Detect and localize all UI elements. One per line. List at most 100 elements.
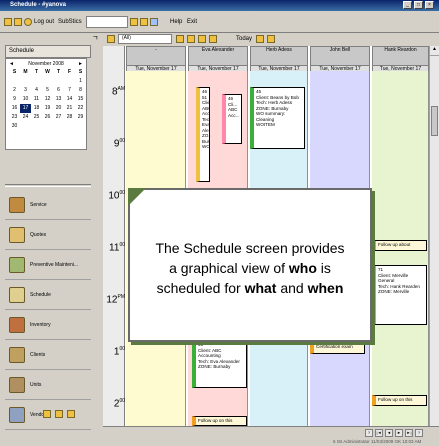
scroll-up-icon[interactable]: ▲ (430, 46, 439, 56)
column-header[interactable]: John Bell Tue, November 17 (310, 46, 370, 72)
calendar-day[interactable]: 2 (9, 86, 20, 95)
calendar-day[interactable]: 23 (9, 113, 20, 122)
calendar-day[interactable]: 11 (31, 95, 42, 104)
calendar-day[interactable]: 4 (31, 86, 42, 95)
calendar-day[interactable]: 22 (75, 104, 86, 113)
prev-month-icon[interactable]: ◄ (9, 61, 14, 67)
appointment-eva-followup[interactable]: Follow up on this (192, 416, 247, 426)
scroll-thumb[interactable] (431, 106, 438, 136)
calendar-day[interactable] (75, 122, 86, 131)
print-icon[interactable] (107, 35, 117, 43)
appointment-eva-3[interactable]: 43 Client: ABC Accounting Tech: Eva Alex… (192, 340, 247, 388)
pager-button[interactable]: ◄ (385, 429, 393, 437)
calendar-day[interactable]: 14 (64, 95, 75, 104)
list-icon[interactable] (267, 35, 275, 43)
calendar-day[interactable]: 13 (53, 95, 64, 104)
calendar-day[interactable] (42, 122, 53, 131)
calendar-day[interactable]: 24 (20, 113, 31, 122)
nav-item-inventory[interactable]: Inventory (5, 310, 91, 340)
calendar-month[interactable]: November (28, 61, 51, 67)
appointment-hank-2[interactable]: 71 Client: Merville General Tech: Hank R… (372, 265, 427, 325)
nav-item-service[interactable]: Service (5, 190, 91, 220)
calendar-day[interactable] (31, 77, 42, 86)
column-header[interactable]: Herb Adess Tue, November 17 (250, 46, 308, 72)
folder-icon[interactable] (4, 18, 12, 26)
calendar-day[interactable]: 21 (64, 104, 75, 113)
help-icon[interactable] (150, 18, 158, 26)
appointment-hank-followup-2[interactable]: Follow up on this (372, 395, 427, 406)
search-input[interactable] (86, 16, 128, 28)
nav-item-preventive-mainteni-[interactable]: Preventive Mainteni... (5, 250, 91, 280)
appointment-eva-1[interactable]: 46 51 Clie ABC Acc... Tech Eva Ale... ZO… (196, 87, 210, 182)
column-header[interactable]: Hank Reardon Tue, November 17 (372, 46, 429, 72)
next-month-icon[interactable]: ► (78, 61, 83, 67)
substitute-link[interactable]: SubStics (58, 19, 82, 25)
settings-icon[interactable] (24, 18, 32, 26)
appointment-hank-followup[interactable]: Follow up about (372, 240, 427, 251)
nav-item-units[interactable]: Units (5, 370, 91, 400)
day-view-icon[interactable] (187, 35, 195, 43)
pager-button[interactable]: ? (365, 429, 373, 437)
appointment-herb-1[interactable]: 45 Client: Beans by Bob Tech: Herb Adess… (250, 87, 305, 149)
minimize-button[interactable]: _ (403, 1, 412, 9)
splitter[interactable] (5, 184, 91, 187)
vertical-scrollbar[interactable]: ▲ (429, 46, 439, 426)
calendar-day[interactable]: 19 (42, 104, 53, 113)
calendar-day[interactable] (53, 77, 64, 86)
calendar-day[interactable] (42, 77, 53, 86)
pager-button[interactable]: ? (415, 429, 423, 437)
calendar-day[interactable]: 10 (20, 95, 31, 104)
calendar-day[interactable] (9, 77, 20, 86)
calendar-day[interactable]: 17 (20, 104, 31, 113)
calendar-day[interactable]: 18 (31, 104, 42, 113)
nav-item-quotes[interactable]: Quotes (5, 220, 91, 250)
exit-link[interactable]: Exit (187, 19, 197, 25)
calendar-day[interactable] (64, 122, 75, 131)
calendar-day[interactable]: 7 (64, 86, 75, 95)
column-header[interactable]: Eva Alexander Tue, November 17 (188, 46, 248, 72)
calendar-day[interactable]: 5 (42, 86, 53, 95)
week-view-icon[interactable] (198, 35, 206, 43)
today-button[interactable]: Today (236, 36, 252, 42)
calendar-day[interactable]: 8 (75, 86, 86, 95)
calendar-day[interactable] (53, 122, 64, 131)
calendar-day[interactable]: 20 (53, 104, 64, 113)
calendar-day[interactable] (20, 122, 31, 131)
add-appointment-icon[interactable] (176, 35, 184, 43)
pin-icon[interactable]: ㄱ (92, 33, 98, 43)
calendar-day[interactable]: 28 (64, 113, 75, 122)
resource-filter-select[interactable]: (All) (118, 34, 172, 44)
appointment-eva-2[interactable]: 46 Cli... ABC Acc... (222, 94, 242, 144)
calendar-day[interactable]: 26 (42, 113, 53, 122)
nav-item-clients[interactable]: Clients (5, 340, 91, 370)
calendar-day[interactable]: 1 (75, 77, 86, 86)
calendar-day[interactable]: 15 (75, 95, 86, 104)
check-icon[interactable] (130, 18, 138, 26)
pager-button[interactable]: ►| (405, 429, 413, 437)
nav-item-schedule[interactable]: Schedule (5, 280, 91, 310)
logout-link[interactable]: Log out (34, 19, 54, 25)
calendar-day[interactable]: 6 (53, 86, 64, 95)
search-icon[interactable] (55, 410, 63, 418)
calendar-day[interactable] (20, 77, 31, 86)
maximize-button[interactable]: □ (414, 1, 423, 9)
calendar-day[interactable] (31, 122, 42, 131)
help-link[interactable]: Help (170, 19, 182, 25)
lock-icon[interactable] (43, 410, 51, 418)
calendar-day[interactable]: 29 (75, 113, 86, 122)
column-header[interactable]: - Tue, November 17 (126, 46, 186, 72)
calendar-day[interactable]: 30 (9, 122, 20, 131)
close-button[interactable]: × (425, 1, 434, 9)
month-view-icon[interactable] (209, 35, 217, 43)
edit-icon[interactable] (140, 18, 148, 26)
grid-icon[interactable] (256, 35, 264, 43)
calendar-day[interactable]: 9 (9, 95, 20, 104)
calendar-day[interactable]: 3 (20, 86, 31, 95)
open-icon[interactable] (14, 18, 22, 26)
calendar-day[interactable]: 25 (31, 113, 42, 122)
calendar-day[interactable]: 12 (42, 95, 53, 104)
calendar-year[interactable]: 2008 (53, 61, 64, 67)
calendar-day[interactable]: 27 (53, 113, 64, 122)
pager-button[interactable]: ► (395, 429, 403, 437)
user-icon[interactable] (67, 410, 75, 418)
